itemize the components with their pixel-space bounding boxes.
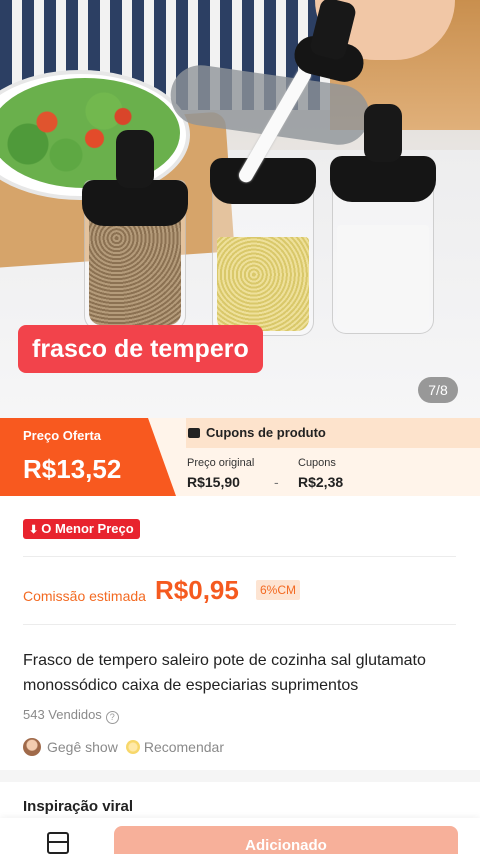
price-separator: - [274, 474, 279, 490]
product-title: Frasco de tempero saleiro pote de cozinh… [23, 652, 426, 694]
sold-count: 543 Vendidos? [23, 707, 119, 724]
seasoning-jar-right [330, 104, 436, 334]
product-image-carousel[interactable]: frasco de tempero 7/8 [0, 0, 480, 418]
seasoning-jar-center [210, 158, 316, 336]
bottom-action-bar: Adicionado [0, 818, 480, 854]
coupons-header[interactable]: Cupons de produto [186, 418, 480, 448]
section-gap [0, 770, 480, 782]
lowest-price-badge: ⬇ O Menor Preço [23, 519, 140, 539]
product-page: frasco de tempero 7/8 Preço Oferta R$13,… [0, 0, 480, 854]
sold-count-text: 543 Vendidos [23, 707, 102, 722]
original-price: R$15,90 [187, 474, 240, 490]
commission-label: Comissão estimada [23, 588, 146, 604]
offer-price: R$13,52 [23, 454, 122, 484]
coupons-value: R$2,38 [298, 474, 344, 490]
coupons-label: Cupons [298, 457, 336, 469]
down-arrow-icon: ⬇ [29, 524, 39, 536]
help-icon[interactable]: ? [105, 711, 119, 724]
divider [23, 556, 456, 557]
avatar [23, 738, 41, 756]
offer-price-box: Preço Oferta R$13,52 [0, 418, 176, 496]
recommend-emoji-icon [125, 740, 140, 754]
badge-label: O Menor Preço [41, 521, 134, 536]
recommend-label: Recomendar [143, 739, 224, 755]
author-row[interactable]: Gegê show Recomendar [23, 738, 224, 756]
seasoning-jar-left [82, 130, 188, 330]
layout-icon[interactable] [47, 832, 69, 854]
offer-label: Preço Oferta [23, 428, 102, 443]
section-title: Inspiração viral [23, 798, 134, 815]
original-price-label: Preço original [187, 457, 255, 469]
image-overlay-label: frasco de tempero [18, 325, 263, 373]
add-button[interactable]: Adicionado [114, 826, 458, 854]
coupons-header-label: Cupons de produto [206, 425, 326, 440]
coupon-icon [188, 428, 200, 438]
author-name: Gegê show [47, 739, 118, 755]
commission-value: R$0,95 [155, 575, 239, 605]
commission-percent: 6%CM [256, 580, 301, 600]
price-band: Preço Oferta R$13,52 Cupons de produto P… [0, 418, 480, 496]
image-counter: 7/8 [418, 377, 458, 403]
divider [23, 624, 456, 625]
